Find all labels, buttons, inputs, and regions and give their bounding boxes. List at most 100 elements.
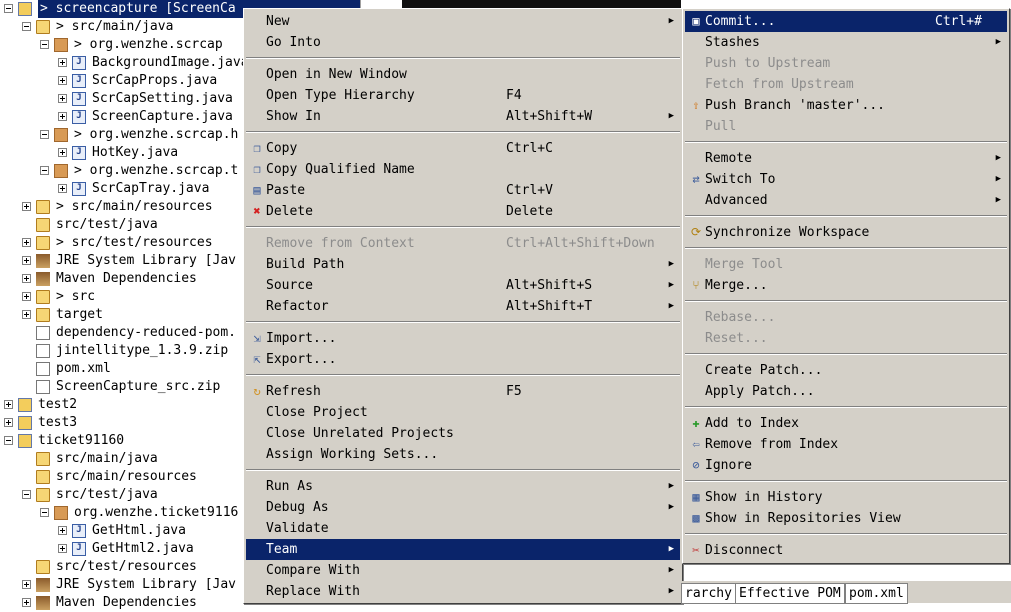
submenu-arrow-icon: ▶ bbox=[668, 259, 674, 269]
tree-row-label: ScreenCapture.java bbox=[92, 109, 233, 124]
menu-item-remote[interactable]: Remote ▶ bbox=[685, 148, 1007, 169]
menu-item-label: Reset... bbox=[705, 331, 768, 346]
menu-item-label: Disconnect bbox=[705, 543, 784, 558]
menu-separator bbox=[246, 131, 680, 133]
tree-row-label: src/test/java bbox=[56, 487, 158, 502]
menu-item-synchronize-workspace[interactable]: ⟳ Synchronize Workspace bbox=[685, 222, 1007, 243]
menu-item-push-branch-master[interactable]: ⇧ Push Branch 'master'... bbox=[685, 95, 1007, 116]
menu-item-create-patch[interactable]: Create Patch... bbox=[685, 360, 1007, 381]
tab-pom-xml[interactable]: pom.xml bbox=[845, 583, 908, 604]
tree-row-label: > src/main/java bbox=[56, 19, 174, 34]
menu-item-debug-as[interactable]: Debug As ▶ bbox=[246, 497, 680, 518]
menu-item-open-in-new-window[interactable]: Open in New Window bbox=[246, 64, 680, 85]
menu-item-label: Show In bbox=[266, 109, 321, 124]
menu-item-label: Remote bbox=[705, 151, 752, 166]
menu-separator bbox=[246, 226, 680, 228]
menu-item-merge-tool[interactable]: Merge Tool bbox=[685, 254, 1007, 275]
menu-item-shortcut: Delete bbox=[506, 204, 553, 219]
menu-item-label: Paste bbox=[266, 183, 306, 198]
menu-item-shortcut: Ctrl+Alt+Shift+Down bbox=[506, 236, 655, 251]
menu-item-show-in-history[interactable]: ▦ Show in History bbox=[685, 487, 1007, 508]
menu-item-refresh[interactable]: ↻ Refresh F5 bbox=[246, 381, 680, 402]
menu-item-show-in-repositories-view[interactable]: ▩ Show in Repositories View bbox=[685, 508, 1007, 529]
menu-separator bbox=[685, 353, 1007, 355]
delete-icon: ✖ bbox=[253, 204, 261, 218]
menu-item-label: Create Patch... bbox=[705, 363, 823, 378]
menu-item-assign-working-sets[interactable]: Assign Working Sets... bbox=[246, 444, 680, 465]
repositories-icon: ▩ bbox=[692, 511, 700, 525]
menu-item-refactor[interactable]: Refactor Alt+Shift+T ▶ bbox=[246, 296, 680, 317]
menu-item-validate[interactable]: Validate bbox=[246, 518, 680, 539]
menu-item-replace-with[interactable]: Replace With ▶ bbox=[246, 581, 680, 602]
menu-item-label: Fetch from Upstream bbox=[705, 77, 854, 92]
menu-item-label: Assign Working Sets... bbox=[266, 447, 439, 462]
menu-separator bbox=[685, 533, 1007, 535]
menu-item-delete[interactable]: ✖ Delete Delete bbox=[246, 201, 680, 222]
menu-item-disconnect[interactable]: ✂ Disconnect bbox=[685, 540, 1007, 561]
menu-item-paste[interactable]: ▤ Paste Ctrl+V bbox=[246, 180, 680, 201]
submenu-arrow-icon: ▶ bbox=[995, 153, 1001, 163]
menu-item-commit[interactable]: ▣ Commit... Ctrl+# bbox=[685, 11, 1007, 32]
tree-row-label: dependency-reduced-pom. bbox=[56, 325, 237, 340]
menu-item-label: Open in New Window bbox=[266, 67, 407, 82]
commit-icon: ▣ bbox=[692, 14, 700, 28]
context-menu: New ▶ Go Into Open in New Window Open Type H… bbox=[243, 8, 683, 604]
menu-item-label: Replace With bbox=[266, 584, 360, 599]
menu-item-label: Copy Qualified Name bbox=[266, 162, 415, 177]
tree-row-label: BackgroundImage.java bbox=[92, 55, 249, 70]
menu-item-add-to-index[interactable]: ✚ Add to Index bbox=[685, 413, 1007, 434]
menu-item-stashes[interactable]: Stashes ▶ bbox=[685, 32, 1007, 53]
menu-item-pull[interactable]: Pull bbox=[685, 116, 1007, 137]
menu-item-rebase[interactable]: Rebase... bbox=[685, 307, 1007, 328]
menu-item-ignore[interactable]: ⊘ Ignore bbox=[685, 455, 1007, 476]
menu-item-show-in[interactable]: Show In Alt+Shift+W ▶ bbox=[246, 106, 680, 127]
tree-row-label: ticket91160 bbox=[38, 433, 125, 448]
menu-item-push-to-upstream[interactable]: Push to Upstream bbox=[685, 53, 1007, 74]
tree-row-label: GetHtml2.java bbox=[92, 541, 194, 556]
menu-item-import[interactable]: ⇲ Import... bbox=[246, 328, 680, 349]
menu-item-label: Merge... bbox=[705, 278, 768, 293]
menu-item-new[interactable]: New ▶ bbox=[246, 11, 680, 32]
menu-item-switch-to[interactable]: ⇄ Switch To ▶ bbox=[685, 169, 1007, 190]
menu-item-reset[interactable]: Reset... bbox=[685, 328, 1007, 349]
menu-item-label: Build Path bbox=[266, 257, 345, 272]
menu-item-go-into[interactable]: Go Into bbox=[246, 32, 680, 53]
menu-item-remove-from-index[interactable]: ⇦ Remove from Index bbox=[685, 434, 1007, 455]
menu-item-apply-patch[interactable]: Apply Patch... bbox=[685, 381, 1007, 402]
menu-item-label: Source bbox=[266, 278, 313, 293]
tree-row-label: > org.wenzhe.scrcap bbox=[74, 37, 223, 52]
remove-index-icon: ⇦ bbox=[692, 437, 700, 451]
menu-item-copy-qualified-name[interactable]: ❐ Copy Qualified Name bbox=[246, 159, 680, 180]
menu-item-merge[interactable]: ⑂ Merge... bbox=[685, 275, 1007, 296]
menu-separator bbox=[246, 374, 680, 376]
menu-separator bbox=[246, 321, 680, 323]
menu-item-export[interactable]: ⇱ Export... bbox=[246, 349, 680, 370]
menu-item-compare-with[interactable]: Compare With ▶ bbox=[246, 560, 680, 581]
menu-item-remove-from-context[interactable]: Remove from Context Ctrl+Alt+Shift+Down bbox=[246, 233, 680, 254]
menu-item-label: Rebase... bbox=[705, 310, 776, 325]
menu-item-close-project[interactable]: Close Project bbox=[246, 402, 680, 423]
menu-item-label: Synchronize Workspace bbox=[705, 225, 870, 240]
tab-effective-pom[interactable]: Effective POM bbox=[735, 583, 845, 604]
tab-hierarchy[interactable]: rarchy bbox=[681, 583, 736, 604]
menu-item-build-path[interactable]: Build Path ▶ bbox=[246, 254, 680, 275]
menu-item-shortcut: Ctrl+C bbox=[506, 141, 553, 156]
menu-item-fetch-from-upstream[interactable]: Fetch from Upstream bbox=[685, 74, 1007, 95]
menu-item-label: New bbox=[266, 14, 290, 29]
collapse-icon[interactable] bbox=[4, 4, 13, 13]
menu-item-close-unrelated-projects[interactable]: Close Unrelated Projects bbox=[246, 423, 680, 444]
editor-bottom-tabs: rarchy Effective POM pom.xml bbox=[681, 581, 1011, 604]
menu-item-label: Close Unrelated Projects bbox=[266, 426, 454, 441]
menu-item-run-as[interactable]: Run As ▶ bbox=[246, 476, 680, 497]
menu-item-copy[interactable]: ❐ Copy Ctrl+C bbox=[246, 138, 680, 159]
menu-item-team[interactable]: Team ▶ bbox=[246, 539, 680, 560]
submenu-arrow-icon: ▶ bbox=[995, 174, 1001, 184]
menu-item-shortcut: Alt+Shift+T bbox=[506, 299, 593, 314]
menu-item-label: Export... bbox=[266, 352, 337, 367]
menu-item-open-type-hierarchy[interactable]: Open Type Hierarchy F4 bbox=[246, 85, 680, 106]
menu-item-source[interactable]: Source Alt+Shift+S ▶ bbox=[246, 275, 680, 296]
menu-separator bbox=[685, 406, 1007, 408]
menu-item-label: Advanced bbox=[705, 193, 768, 208]
menu-item-advanced[interactable]: Advanced ▶ bbox=[685, 190, 1007, 211]
tree-row-label: > src/main/resources bbox=[56, 199, 213, 214]
